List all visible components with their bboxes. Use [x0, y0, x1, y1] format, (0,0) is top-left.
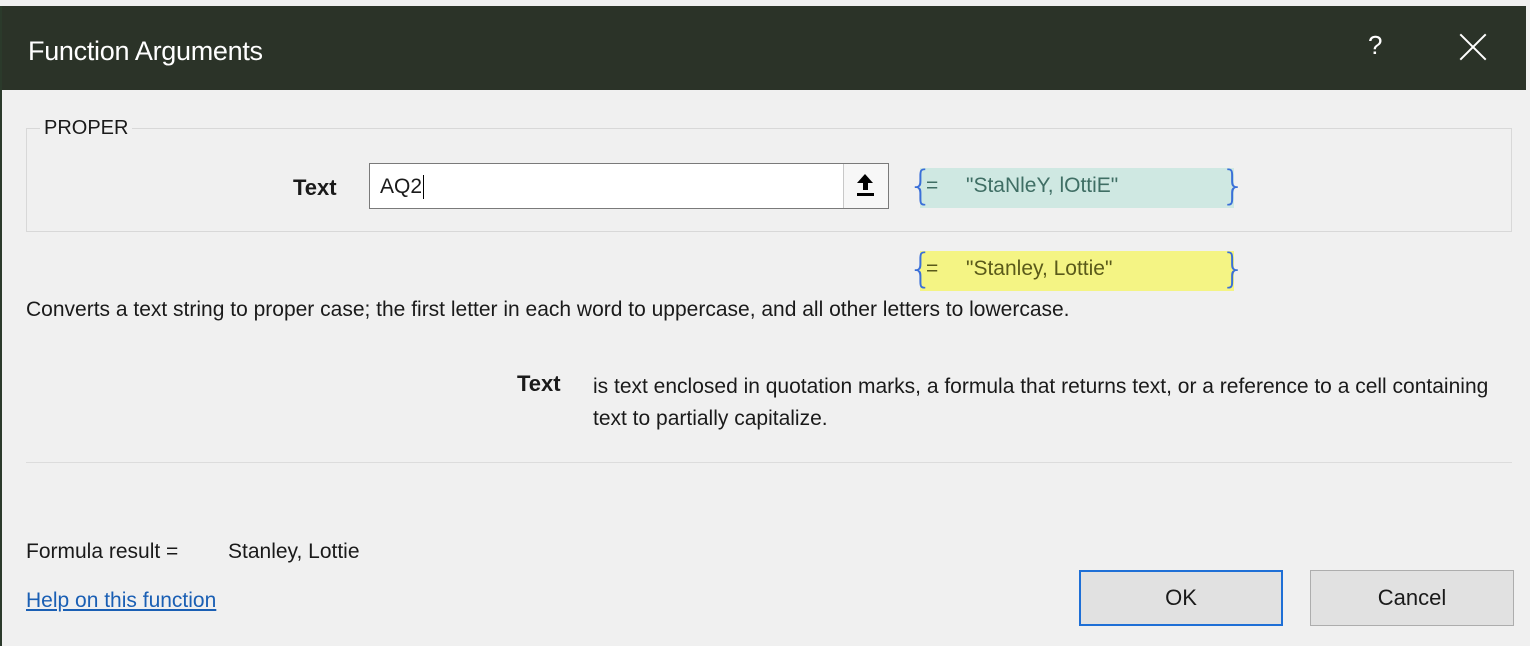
formula-result-value: Stanley, Lottie: [228, 540, 360, 563]
function-result-value: { = "Stanley, Lottie" }: [908, 247, 1246, 295]
text-caret: [423, 175, 425, 200]
divider: [26, 462, 1512, 463]
evaluated-value-text: "StaNleY, lOttiE": [966, 174, 1119, 197]
close-icon[interactable]: [1458, 32, 1488, 62]
title-bar: Function Arguments ?: [2, 6, 1526, 90]
argument-label-text: Text: [293, 175, 337, 200]
function-name-label: PROPER: [40, 117, 133, 140]
result-value-text: "Stanley, Lottie": [966, 257, 1113, 280]
equals-sign: =: [926, 257, 939, 280]
ok-button[interactable]: OK: [1079, 570, 1283, 626]
help-button[interactable]: ?: [1368, 30, 1382, 61]
argument-evaluated-value: { = "StaNleY, lOttiE" }: [908, 164, 1246, 212]
dialog-title: Function Arguments: [28, 36, 263, 66]
collapse-dialog-button[interactable]: [843, 164, 888, 208]
right-brace: }: [1220, 246, 1246, 292]
equals-sign: =: [926, 174, 939, 197]
help-on-function-link[interactable]: Help on this function: [26, 589, 216, 613]
formula-result-label: Formula result =: [26, 540, 179, 563]
text-argument-value: AQ2: [380, 175, 423, 198]
cancel-button[interactable]: Cancel: [1310, 570, 1514, 626]
text-argument-input[interactable]: AQ2: [369, 163, 889, 209]
argument-help-text: is text enclosed in quotation marks, a f…: [593, 375, 1489, 430]
argument-help-name: Text: [517, 371, 561, 396]
right-brace: }: [1220, 163, 1246, 209]
function-description: Converts a text string to proper case; t…: [26, 298, 1070, 321]
